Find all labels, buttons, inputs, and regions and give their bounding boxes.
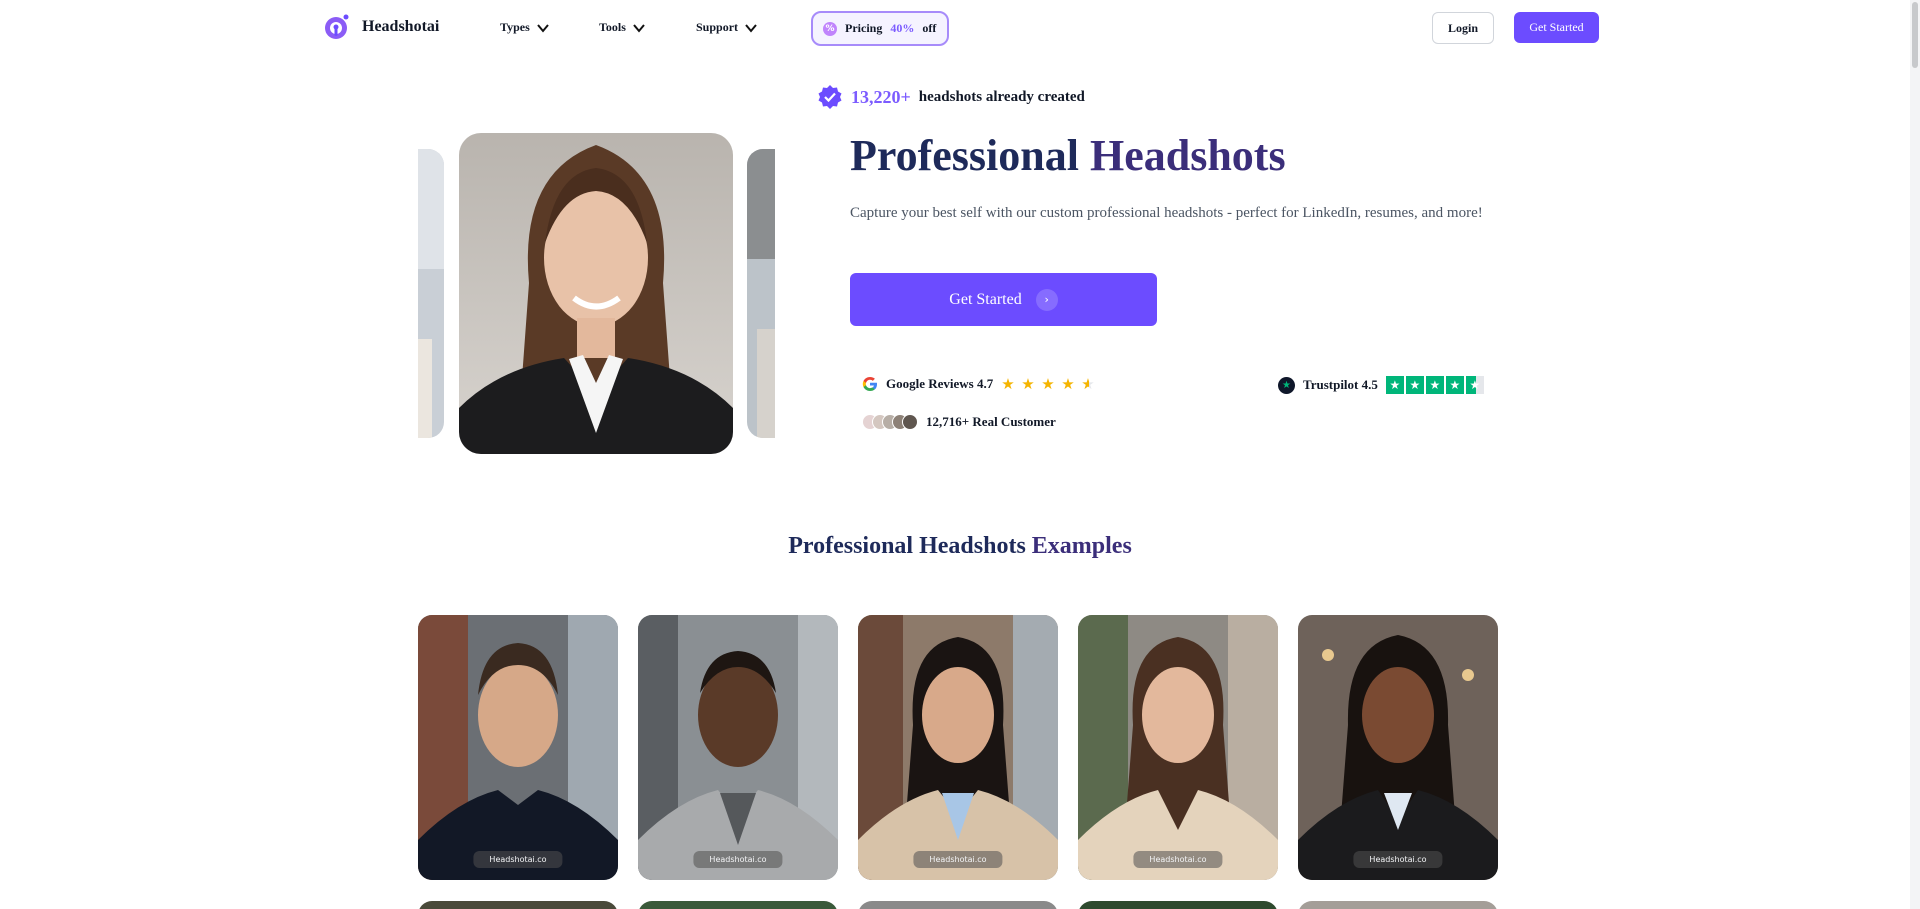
watermark: Headshotai.co: [473, 851, 563, 868]
example-headshot-card[interactable]: Headshotai.co: [638, 615, 838, 880]
example-headshot-card-partial[interactable]: [638, 901, 838, 909]
customer-count-label: 12,716+ Real Customer: [926, 414, 1056, 429]
star-icon: ★: [1405, 376, 1424, 394]
watermark: Headshotai.co: [693, 851, 783, 868]
page-scrollbar[interactable]: [1910, 0, 1920, 909]
headshot-image: [638, 615, 838, 880]
pricing-discount-link[interactable]: % Pricing 40% off: [811, 11, 949, 46]
avatar: [902, 414, 918, 430]
star-icon: ★: [1061, 375, 1075, 393]
nav-types-label: Types: [500, 20, 530, 34]
trustpilot-reviews[interactable]: ★ Trustpilot 4.5 ★ ★ ★ ★ ★: [1278, 376, 1484, 394]
example-headshot-card-partial[interactable]: [1078, 901, 1278, 909]
verified-badge-icon: [818, 85, 842, 109]
pricing-suffix: off: [922, 21, 937, 35]
half-star-icon: ★: [1081, 376, 1097, 392]
brand-logo[interactable]: Headshotai: [322, 12, 439, 42]
chevron-right-icon: ›: [1035, 288, 1058, 311]
examples-title-part2: Examples: [1031, 533, 1132, 559]
hero-title-part1: Professional: [850, 131, 1079, 180]
nav-support[interactable]: Support: [696, 20, 758, 35]
nav-types[interactable]: Types: [500, 20, 550, 35]
hero-subtitle: Capture your best self with our custom p…: [850, 205, 1483, 221]
headshot-image: [459, 133, 733, 454]
examples-title-part1: Professional Headshots: [788, 533, 1026, 559]
chevron-down-icon: [633, 23, 645, 33]
headshot-image: [1298, 615, 1498, 880]
trustpilot-icon: ★: [1278, 376, 1295, 394]
star-icon: ★: [1041, 375, 1055, 393]
headshot-image: [418, 149, 444, 438]
hero-title-part2: Headshots: [1089, 131, 1286, 180]
customer-count: 12,716+ Real Customer: [862, 414, 1056, 430]
carousel-next-image[interactable]: [747, 149, 775, 438]
examples-title: Professional Headshots Examples: [0, 533, 1920, 560]
brand-name: Headshotai: [362, 18, 440, 35]
hero-title: Professional Headshots: [850, 130, 1286, 181]
chevron-down-icon: [745, 23, 757, 33]
star-icon: ★: [1021, 375, 1035, 393]
example-headshot-card-partial[interactable]: [1298, 901, 1498, 909]
nav-support-label: Support: [696, 20, 739, 34]
customer-avatars: [862, 414, 918, 430]
star-icon: ★: [1385, 376, 1404, 394]
example-headshot-card-partial[interactable]: [418, 901, 618, 909]
star-icon: ★: [1445, 376, 1464, 394]
google-reviews-label: Google Reviews 4.7: [886, 376, 994, 391]
google-rating-stars: ★ ★ ★ ★ ★: [1001, 376, 1097, 392]
percent-badge-icon: %: [823, 21, 837, 36]
headshot-image: [1078, 615, 1278, 880]
watermark: Headshotai.co: [913, 851, 1003, 868]
header-get-started-button[interactable]: Get Started: [1514, 12, 1599, 43]
example-headshot-card[interactable]: Headshotai.co: [858, 615, 1058, 880]
hero-get-started-button[interactable]: Get Started ›: [850, 273, 1157, 326]
google-icon: [862, 377, 877, 391]
headshot-count-suffix: headshots already created: [918, 88, 1085, 105]
example-headshot-card[interactable]: Headshotai.co: [1298, 615, 1498, 880]
hero-headshot-image: [459, 133, 733, 454]
nav-tools-label: Tools: [599, 20, 626, 34]
trustpilot-label: Trustpilot 4.5: [1303, 377, 1378, 392]
example-headshot-card[interactable]: Headshotai.co: [418, 615, 618, 880]
logo-icon: [325, 14, 349, 39]
pricing-discount: 40%: [890, 21, 915, 35]
star-icon: ★: [1425, 376, 1444, 394]
carousel-prev-image[interactable]: [418, 149, 444, 438]
example-headshot-card-partial[interactable]: [858, 901, 1058, 909]
watermark: Headshotai.co: [1353, 851, 1443, 868]
nav-tools[interactable]: Tools: [599, 20, 646, 35]
google-reviews[interactable]: Google Reviews 4.7 ★ ★ ★ ★ ★: [862, 376, 1097, 392]
scrollbar-thumb[interactable]: [1912, 2, 1918, 68]
chevron-down-icon: [537, 23, 549, 33]
hero-get-started-label: Get Started: [949, 290, 1022, 308]
headshot-image: [418, 615, 618, 880]
headshot-counter: 13,220+ headshots already created: [817, 84, 1085, 110]
watermark: Headshotai.co: [1133, 851, 1223, 868]
headshot-image: [858, 615, 1058, 880]
headshot-image: [747, 149, 775, 438]
trustpilot-rating-stars: ★ ★ ★ ★ ★: [1385, 376, 1484, 394]
half-star-icon: ★: [1465, 376, 1484, 394]
star-icon: ★: [1001, 375, 1015, 393]
login-button[interactable]: Login: [1432, 12, 1494, 44]
example-headshot-card[interactable]: Headshotai.co: [1078, 615, 1278, 880]
pricing-label: Pricing: [845, 21, 883, 35]
headshot-count: 13,220+: [851, 86, 911, 107]
top-nav: Headshotai Types Tools Support % Pricing…: [0, 0, 1920, 56]
